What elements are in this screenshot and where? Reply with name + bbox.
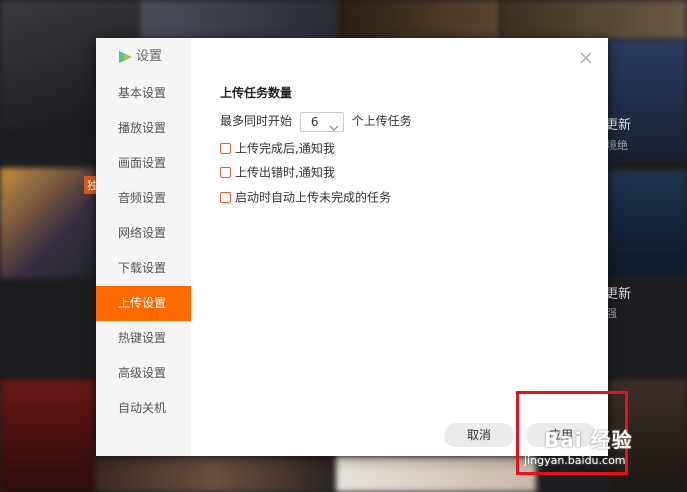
bg-tile — [0, 168, 96, 278]
sidebar-item-upload[interactable]: 上传设置 — [96, 286, 191, 321]
notify-on-error-checkbox[interactable]: 上传出错时,通知我 — [220, 164, 335, 180]
concurrent-suffix-label: 个上传任务 — [351, 114, 412, 128]
watermark-url: jingyan.baidu.com — [524, 454, 626, 467]
bg-text: 更新 — [605, 287, 632, 302]
auto-resume-upload-checkbox[interactable]: 启动时自动上传未完成的任务 — [220, 189, 391, 205]
watermark: Bai 经验 jingyan.baidu.com — [524, 424, 633, 467]
sidebar-item-advanced[interactable]: 高级设置 — [96, 356, 191, 391]
sidebar-item-download[interactable]: 下载设置 — [96, 251, 191, 286]
bg-tile — [0, 380, 96, 492]
watermark-brand: Bai 经验 — [544, 428, 633, 452]
sidebar-item-auto-shutdown[interactable]: 自动关机 — [96, 391, 191, 426]
sidebar-item-basic[interactable]: 基本设置 — [96, 76, 191, 111]
bg-tile — [340, 0, 500, 40]
close-icon[interactable] — [578, 50, 594, 66]
sidebar-item-hotkey[interactable]: 热键设置 — [96, 321, 191, 356]
bg-text: 更新 — [605, 118, 632, 133]
concurrent-prefix-label: 最多同时开始 — [220, 114, 293, 128]
concurrent-uploads-value: 6 — [310, 114, 319, 129]
notify-on-complete-checkbox[interactable]: 上传完成后,通知我 — [220, 140, 335, 156]
checkbox-label: 上传出错时,通知我 — [235, 165, 335, 180]
bg-tile — [500, 0, 687, 40]
bg-tile — [140, 0, 340, 40]
sidebar-item-audio[interactable]: 音频设置 — [96, 181, 191, 216]
section-title: 上传任务数量 — [220, 86, 293, 100]
bg-tile — [96, 456, 336, 492]
bg-tile — [336, 456, 536, 492]
sidebar-item-display[interactable]: 画面设置 — [96, 146, 191, 181]
checkbox-box[interactable] — [220, 167, 231, 178]
checkbox-label: 上传完成后,通知我 — [235, 141, 335, 156]
bg-text: 境绝 — [606, 139, 628, 152]
bg-tile — [608, 170, 687, 275]
video-play-logo-icon — [118, 50, 133, 70]
concurrent-uploads-row: 最多同时开始 6 个上传任务 — [220, 110, 412, 132]
dialog-title: 设置 — [136, 49, 163, 64]
concurrent-uploads-select[interactable]: 6 — [299, 111, 344, 132]
cancel-button[interactable]: 取消 — [444, 423, 514, 447]
sidebar-item-network[interactable]: 网络设置 — [96, 216, 191, 251]
chevron-down-icon — [329, 118, 339, 138]
checkbox-box[interactable] — [220, 192, 231, 203]
sidebar-header: 设置 — [118, 48, 162, 66]
settings-sidebar: 设置 基本设置 播放设置 画面设置 音频设置 网络设置 下载设置 上传设置 热键… — [96, 38, 191, 456]
sidebar-item-playback[interactable]: 播放设置 — [96, 111, 191, 146]
checkbox-box[interactable] — [220, 143, 231, 154]
checkbox-label: 启动时自动上传未完成的任务 — [235, 190, 392, 205]
